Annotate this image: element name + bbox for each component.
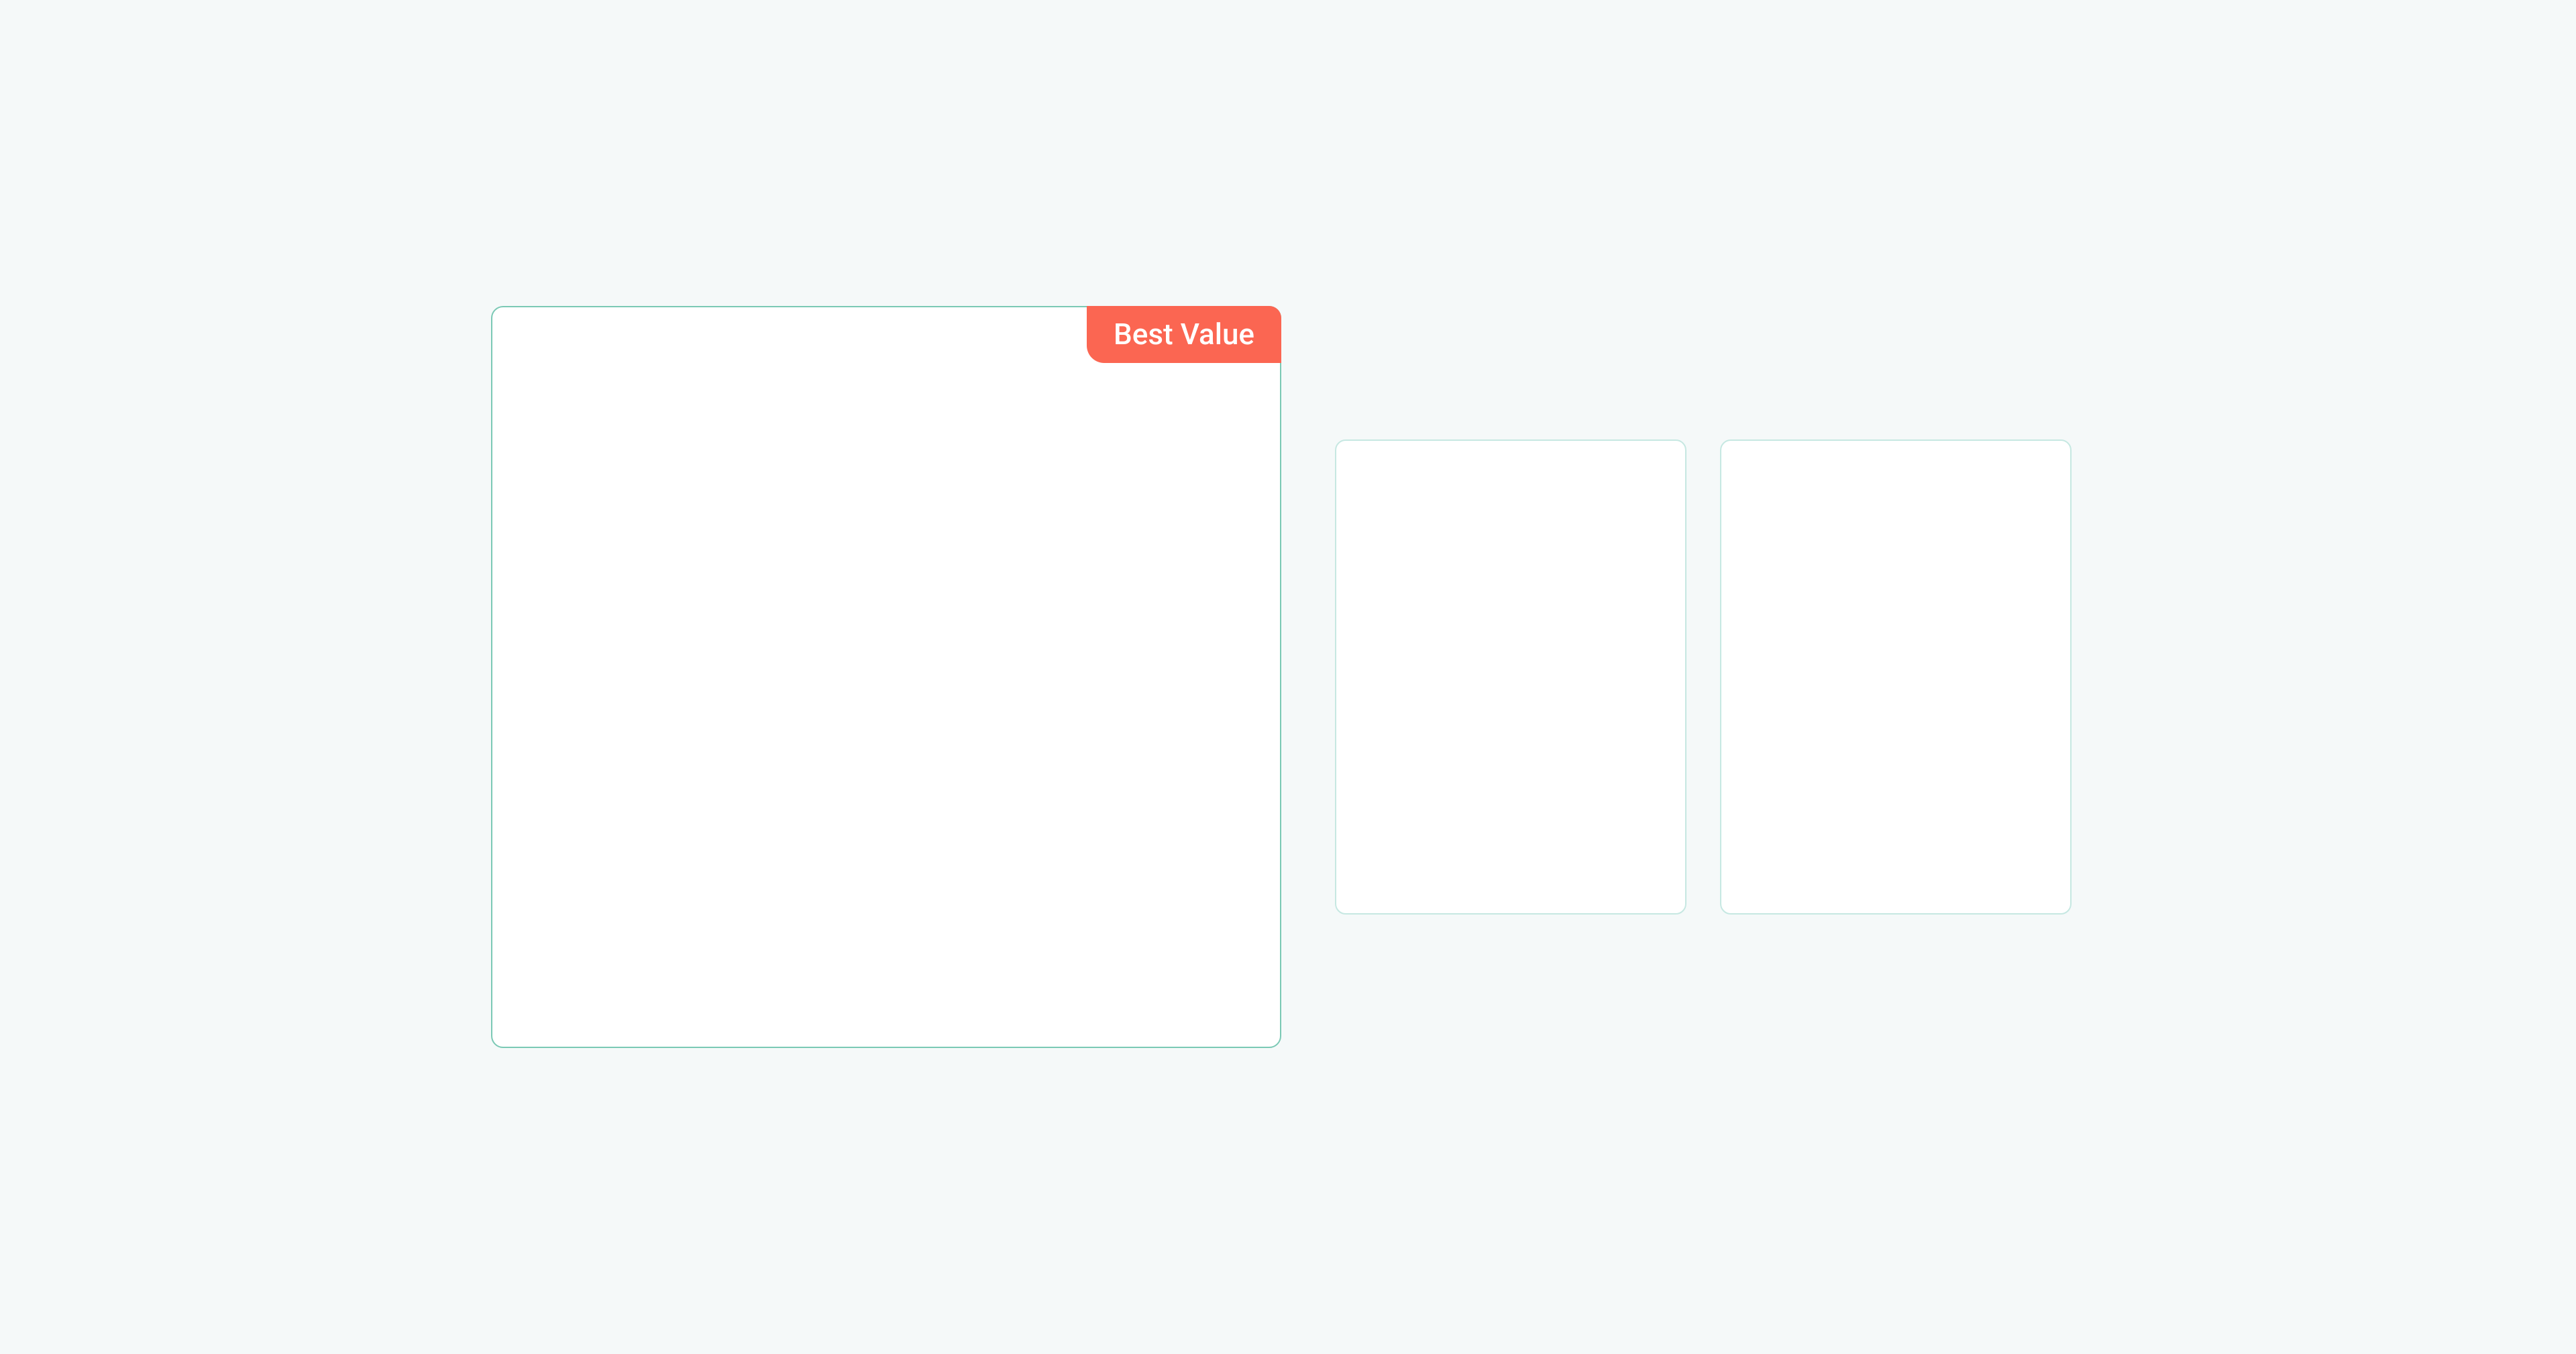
badge-label: Best Value (1114, 317, 1254, 352)
featured-plan-card[interactable]: Best Value (491, 306, 1281, 1048)
secondary-cards-group (1335, 439, 2072, 915)
cards-container: Best Value (491, 306, 2072, 1048)
plan-card[interactable] (1335, 439, 1686, 915)
best-value-badge: Best Value (1087, 306, 1281, 363)
plan-card[interactable] (1720, 439, 2072, 915)
